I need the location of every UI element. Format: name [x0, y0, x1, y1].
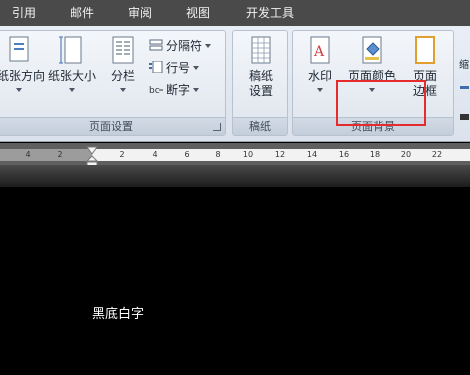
horizontal-ruler[interactable]: 4 2 2 4 6 8 10 12 14 16 18 20 22	[0, 143, 470, 165]
hyphenation-icon: bc	[149, 86, 163, 95]
manuscript-grid-icon	[251, 36, 271, 64]
orientation-icon	[9, 36, 29, 62]
chevron-down-icon	[317, 88, 323, 92]
ruler-tick: 2	[57, 150, 63, 159]
ruler-tick: 6	[184, 150, 190, 159]
chevron-down-icon	[16, 88, 22, 92]
chevron-down-icon	[120, 88, 126, 92]
paint-bucket-icon	[362, 36, 382, 64]
line-numbers-icon	[149, 61, 163, 73]
columns-icon	[112, 36, 134, 64]
columns-button[interactable]: 分栏	[103, 35, 143, 92]
ruler-tick: 12	[274, 150, 286, 159]
document-page[interactable]: 黑底白字	[0, 187, 470, 375]
breaks-label: 分隔符	[166, 39, 203, 53]
manuscript-group: 稿纸 设置 稿纸	[232, 30, 288, 136]
next-group-partial-text: 缩	[459, 60, 469, 71]
hyphenation-button[interactable]: bc 断字	[149, 81, 200, 99]
line-numbers-label: 行号	[166, 61, 191, 75]
line-numbers-button[interactable]: 行号	[149, 59, 200, 77]
manuscript-settings-label-1: 稿纸	[248, 69, 273, 83]
tab-mailings[interactable]: 邮件	[70, 4, 94, 22]
svg-text:A: A	[313, 44, 325, 60]
orientation-button[interactable]: 纸张方向	[0, 35, 46, 92]
tab-developer[interactable]: 开发工具	[246, 4, 294, 22]
page-top-shade	[0, 165, 470, 187]
ruler-tick: 8	[215, 150, 221, 159]
tab-review[interactable]: 审阅	[128, 4, 152, 22]
ruler-tick: 10	[242, 150, 254, 159]
manuscript-settings-button[interactable]: 稿纸 设置	[239, 35, 283, 99]
highlight-box	[336, 80, 426, 126]
ruler-tick: 2	[119, 150, 125, 159]
ruler-tick: 14	[306, 150, 318, 159]
orientation-label: 纸张方向	[0, 69, 46, 83]
page-size-icon	[59, 36, 82, 64]
page-border-icon	[415, 36, 435, 64]
manuscript-group-label: 稿纸	[233, 117, 287, 135]
page-setup-group: 纸张方向 纸张大小 分栏 分隔符 行号 bc 断字 页面设置	[0, 30, 226, 136]
ruler-tick: 4	[152, 150, 158, 159]
chevron-down-icon	[193, 88, 200, 92]
ruler-tick: 20	[400, 150, 412, 159]
ribbon-tab-bar: 引用 邮件 审阅 视图 开发工具	[0, 0, 470, 26]
breaks-button[interactable]: 分隔符	[149, 37, 212, 55]
tab-view[interactable]: 视图	[186, 4, 210, 22]
ruler-margin	[0, 149, 92, 161]
chevron-down-icon	[69, 88, 75, 92]
watermark-icon: A	[310, 36, 330, 64]
breaks-icon	[149, 39, 163, 51]
paragraph-icon	[460, 114, 469, 120]
tab-references[interactable]: 引用	[12, 4, 36, 22]
dialog-launcher-icon[interactable]	[213, 123, 221, 131]
svg-text:bc: bc	[149, 86, 160, 95]
document-text: 黑底白字	[92, 307, 145, 322]
manuscript-settings-label-2: 设置	[248, 84, 273, 98]
paragraph-icon	[460, 86, 469, 89]
ruler-tick: 16	[338, 150, 350, 159]
size-label: 纸张大小	[47, 69, 96, 83]
hyphenation-label: 断字	[166, 83, 191, 97]
ruler-tick: 22	[431, 150, 443, 159]
ruler-tick: 18	[369, 150, 381, 159]
chevron-down-icon	[205, 44, 212, 48]
size-button[interactable]: 纸张大小	[45, 35, 99, 92]
ruler-tick: 4	[25, 150, 31, 159]
columns-label: 分栏	[110, 69, 135, 83]
page-setup-group-label: 页面设置	[0, 117, 225, 135]
chevron-down-icon	[193, 66, 200, 70]
